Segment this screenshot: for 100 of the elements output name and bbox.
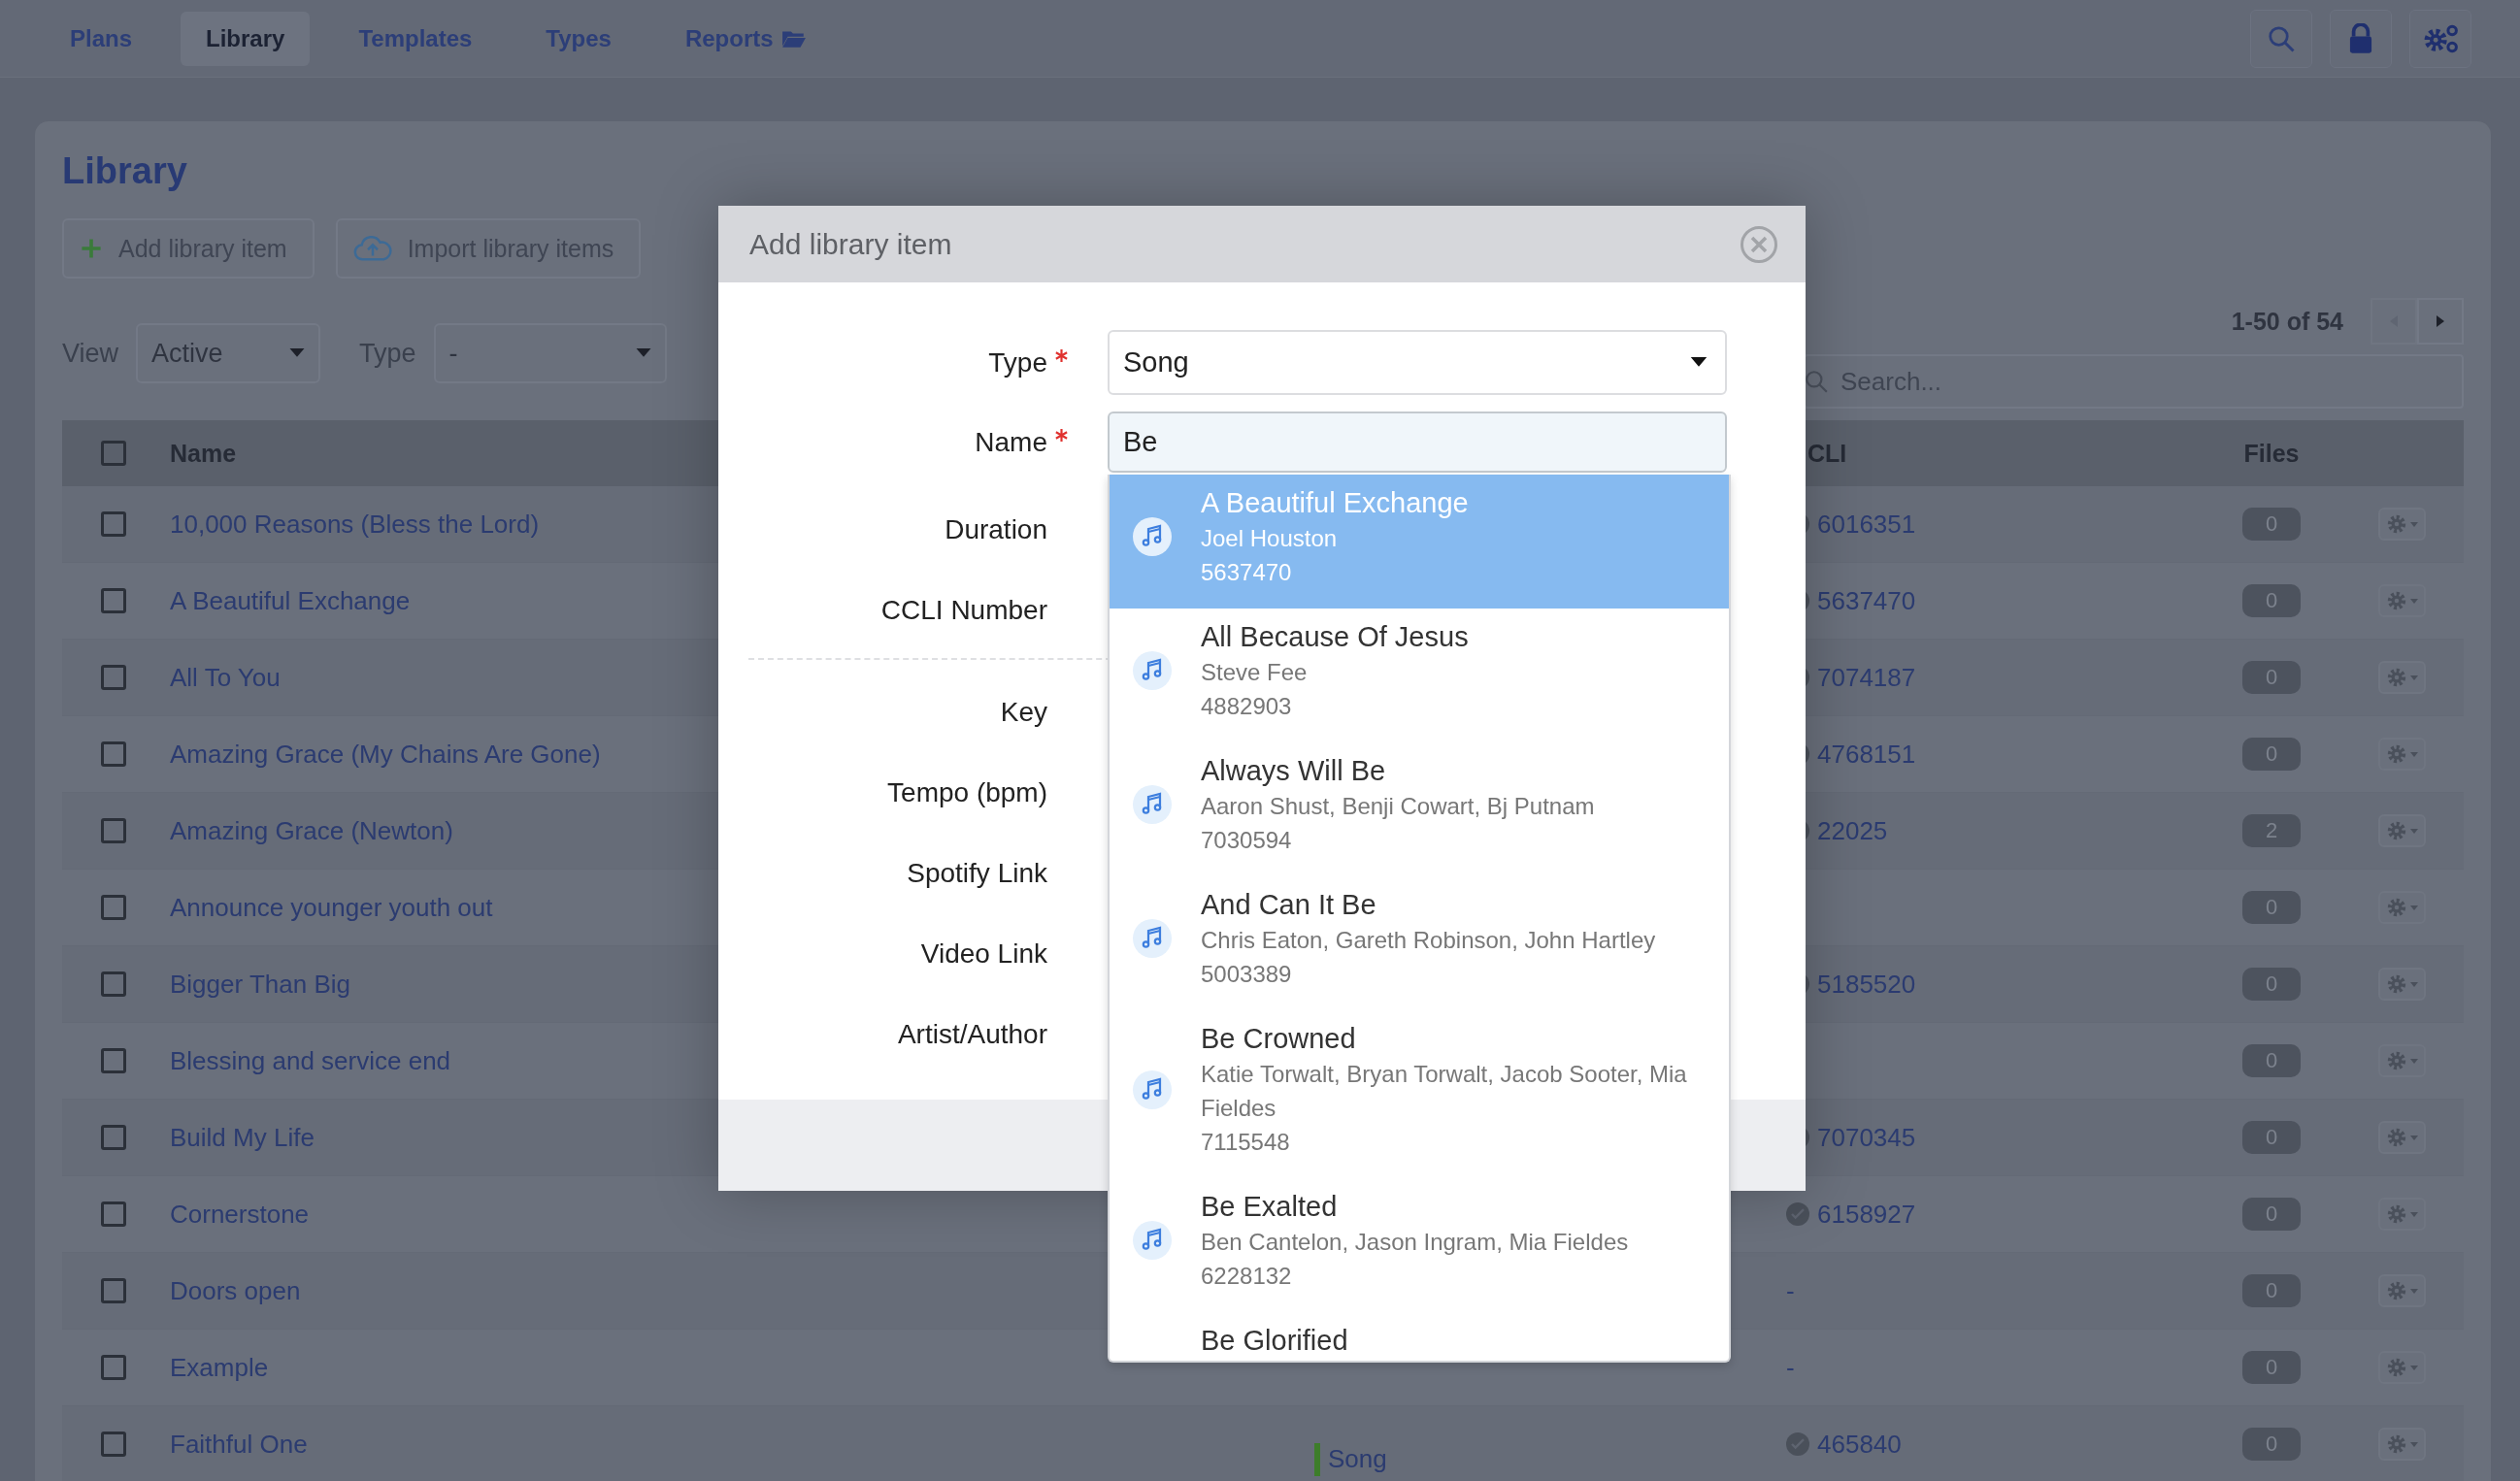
- item-name-link[interactable]: Build My Life: [170, 1122, 315, 1153]
- field-label: Name: [975, 426, 1047, 458]
- music-note-icon: [1133, 1221, 1172, 1260]
- gear-icon: [2385, 1357, 2407, 1378]
- suggestion-ccli: 4882903: [1201, 692, 1293, 721]
- filter-select[interactable]: Active: [136, 323, 321, 383]
- row-checkbox[interactable]: [101, 1125, 126, 1150]
- row-actions-button[interactable]: [2377, 508, 2426, 541]
- row-checkbox[interactable]: [101, 1201, 126, 1227]
- gear-icon: [2385, 1127, 2407, 1148]
- name-input[interactable]: Be: [1108, 411, 1727, 473]
- row-checkbox[interactable]: [101, 1355, 126, 1380]
- row-checkbox[interactable]: [101, 818, 126, 843]
- row-actions-button[interactable]: [2377, 968, 2426, 1001]
- item-name-link[interactable]: Doors open: [170, 1275, 301, 1306]
- row-actions-button[interactable]: [2377, 738, 2426, 771]
- row-actions-button[interactable]: [2377, 1274, 2426, 1307]
- ccli-number: -: [1786, 1352, 1795, 1383]
- lock-button[interactable]: [2330, 9, 2392, 68]
- field-label: Type: [988, 346, 1047, 378]
- type-select[interactable]: Song: [1108, 330, 1727, 395]
- suggestion-item[interactable]: Be Crowned Katie Torwalt, Bryan Torwalt, Jacob Sooter, Mia Fieldes 7115548: [1110, 1010, 1729, 1178]
- item-name-link[interactable]: Faithful One: [170, 1429, 308, 1460]
- row-actions-button[interactable]: [2377, 1198, 2426, 1231]
- suggestion-authors: Steve Fee: [1201, 658, 1309, 687]
- row-checkbox[interactable]: [101, 895, 126, 920]
- suggestion-authors: Aaron Shust, Benji Cowart, Bj Putnam: [1201, 792, 1595, 821]
- suggestion-item[interactable]: And Can It Be Chris Eaton, Gareth Robinson, John Hartley 5003389: [1110, 876, 1729, 1010]
- item-name-link[interactable]: Bigger Than Big: [170, 969, 350, 1000]
- row-actions-button[interactable]: [2377, 661, 2426, 694]
- suggestion-title: Be Glorified: [1201, 1324, 1348, 1358]
- suggestion-item[interactable]: All Because Of Jesus Steve Fee 4882903: [1110, 609, 1729, 742]
- item-name-link[interactable]: Example: [170, 1352, 269, 1383]
- gear-icon: [2385, 667, 2407, 688]
- row-checkbox[interactable]: [101, 1432, 126, 1457]
- caret-icon: [635, 348, 651, 358]
- caret-icon: [2409, 1211, 2418, 1217]
- suggestion-title: And Can It Be: [1201, 888, 1377, 922]
- filter-select[interactable]: -: [433, 323, 667, 383]
- suggestion-ccli: 5637470: [1201, 558, 1293, 587]
- settings-button[interactable]: [2409, 9, 2471, 68]
- row-actions-button[interactable]: [2377, 1351, 2426, 1384]
- suggestion-title: Be Crowned: [1201, 1022, 1357, 1056]
- row-actions-button[interactable]: [2377, 1428, 2426, 1461]
- ccli-number: 6016351: [1817, 509, 1916, 540]
- row-checkbox[interactable]: [101, 1048, 126, 1073]
- item-name-link[interactable]: Cornerstone: [170, 1199, 310, 1230]
- nav-tab[interactable]: Templates: [333, 11, 498, 66]
- suggestion-authors: Katie Torwalt, Bryan Torwalt, Jacob Sooter, Mia Fieldes: [1201, 1060, 1688, 1123]
- item-name-link[interactable]: A Beautiful Exchange: [170, 585, 411, 616]
- suggestion-item[interactable]: Be Exalted Ben Cantelon, Jason Ingram, Mia Fieldes 6228132: [1110, 1178, 1729, 1312]
- suggestion-ccli: 7030594: [1201, 826, 1293, 855]
- ccli-number: 6158927: [1817, 1199, 1916, 1230]
- gear-icon: [2385, 1280, 2407, 1301]
- pagination-text: 1-50 of 54: [2231, 307, 2343, 336]
- nav-tab[interactable]: Plans: [45, 11, 158, 66]
- row-checkbox[interactable]: [101, 971, 126, 997]
- nav-tab[interactable]: Types: [520, 11, 637, 66]
- caret-icon: [2409, 1441, 2418, 1447]
- row-checkbox[interactable]: [101, 588, 126, 613]
- music-note-icon: [1133, 919, 1172, 958]
- field-label: Tempo (bpm): [887, 776, 1047, 808]
- select-all-checkbox[interactable]: [101, 441, 126, 466]
- music-note-icon: [1133, 1070, 1172, 1109]
- row-actions-button[interactable]: [2377, 814, 2426, 847]
- suggestion-item[interactable]: Be Glorified: [1110, 1312, 1729, 1361]
- gear-icon: [2385, 973, 2407, 995]
- close-icon[interactable]: [1740, 224, 1778, 264]
- item-name-link[interactable]: Blessing and service end: [170, 1045, 451, 1076]
- ccli-number: 7070345: [1817, 1122, 1916, 1153]
- caret-icon: [2409, 981, 2418, 987]
- row-checkbox[interactable]: [101, 741, 126, 767]
- row-actions-button[interactable]: [2377, 891, 2426, 924]
- next-page-button[interactable]: [2417, 298, 2464, 345]
- row-checkbox[interactable]: [101, 1278, 126, 1303]
- gear-icon: [2385, 1433, 2407, 1455]
- caret-icon: [2409, 598, 2418, 604]
- item-name-link[interactable]: Amazing Grace (Newton): [170, 815, 453, 846]
- suggestion-item[interactable]: Always Will Be Aaron Shust, Benji Cowart, Bj Putnam 7030594: [1110, 742, 1729, 876]
- row-actions-button[interactable]: [2377, 1121, 2426, 1154]
- ccli-number: -: [1786, 1275, 1795, 1306]
- search-icon: [1804, 369, 1829, 394]
- search-button[interactable]: [2250, 9, 2312, 68]
- item-name-link[interactable]: All To You: [170, 662, 281, 693]
- gear-icon: [2385, 513, 2407, 535]
- right-triangle-icon: [2437, 315, 2444, 327]
- nav-tab[interactable]: Library: [181, 11, 311, 66]
- nav-tab[interactable]: Reports: [659, 11, 832, 66]
- row-checkbox[interactable]: [101, 511, 126, 537]
- suggestion-item[interactable]: A Beautiful Exchange Joel Houston 5637470: [1110, 475, 1729, 609]
- item-name-link[interactable]: Announce younger youth out: [170, 892, 493, 923]
- row-actions-button[interactable]: [2377, 1044, 2426, 1077]
- item-name-link[interactable]: 10,000 Reasons (Bless the Lord): [170, 509, 540, 540]
- row-actions-button[interactable]: [2377, 584, 2426, 617]
- suggestion-authors: Ben Cantelon, Jason Ingram, Mia Fieldes: [1201, 1228, 1629, 1257]
- gear-icon: [2385, 743, 2407, 765]
- suggestion-title: Always Will Be: [1201, 754, 1387, 788]
- item-name-link[interactable]: Amazing Grace (My Chains Are Gone): [170, 739, 601, 770]
- row-checkbox[interactable]: [101, 665, 126, 690]
- suggestion-ccli: 7115548: [1201, 1128, 1291, 1157]
